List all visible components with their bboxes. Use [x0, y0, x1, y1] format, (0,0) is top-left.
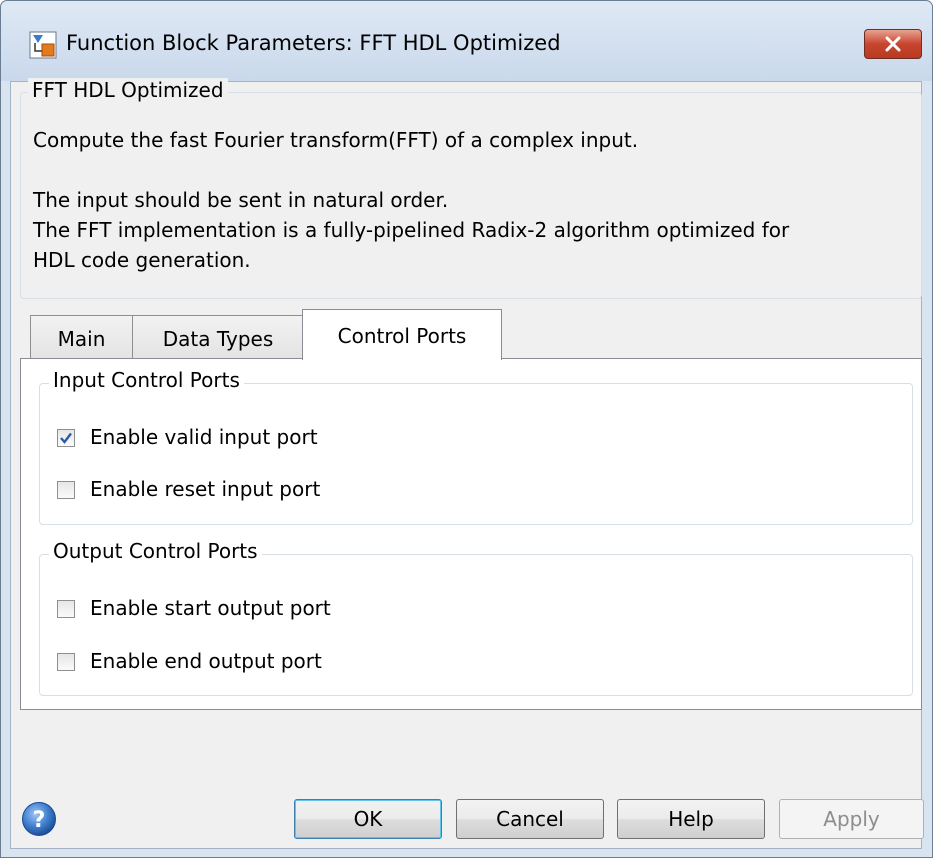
apply-button[interactable]: Apply — [779, 799, 924, 839]
tab-control-ports[interactable]: Control Ports — [302, 309, 502, 360]
title-bar[interactable]: Function Block Parameters: FFT HDL Optim… — [1, 1, 932, 81]
block-description-legend: FFT HDL Optimized — [28, 78, 228, 102]
svg-text:?: ? — [33, 808, 46, 833]
description-line: Compute the fast Fourier transform(FFT) … — [33, 128, 639, 152]
description-line: The FFT implementation is a fully-pipeli… — [33, 218, 790, 242]
dialog-window: Function Block Parameters: FFT HDL Optim… — [0, 0, 933, 858]
window-title: Function Block Parameters: FFT HDL Optim… — [66, 31, 561, 55]
description-line: The input should be sent in natural orde… — [33, 188, 449, 212]
enable-valid-input-checkbox[interactable] — [57, 429, 75, 447]
tab-label: Data Types — [162, 327, 274, 351]
enable-end-output-label[interactable]: Enable end output port — [90, 649, 322, 673]
tab-panel-control-ports: Input Control Ports Enable valid input p… — [20, 358, 922, 710]
tab-data-types[interactable]: Data Types — [132, 315, 304, 359]
tab-label: Control Ports — [337, 324, 467, 348]
tab-main[interactable]: Main — [30, 315, 133, 359]
checkmark-icon — [60, 432, 72, 444]
description-line — [33, 155, 789, 185]
enable-end-output-checkbox[interactable] — [57, 653, 75, 671]
close-button[interactable] — [864, 29, 922, 59]
simulink-block-icon — [29, 31, 57, 59]
enable-valid-input-label[interactable]: Enable valid input port — [90, 425, 318, 449]
enable-reset-input-checkbox[interactable] — [57, 481, 75, 499]
close-icon — [885, 36, 901, 52]
tab-label: Main — [57, 327, 106, 351]
output-control-ports-legend: Output Control Ports — [49, 539, 262, 563]
input-control-ports-legend: Input Control Ports — [49, 368, 244, 392]
enable-reset-input-label[interactable]: Enable reset input port — [90, 477, 320, 501]
help-button[interactable]: Help — [617, 799, 765, 839]
enable-start-output-label[interactable]: Enable start output port — [90, 596, 331, 620]
description-line: HDL code generation. — [33, 248, 251, 272]
cancel-button[interactable]: Cancel — [456, 799, 604, 839]
enable-reset-input-checkbox-row[interactable]: Enable reset input port — [57, 477, 377, 505]
enable-start-output-checkbox[interactable] — [57, 600, 75, 618]
ok-button[interactable]: OK — [294, 799, 442, 839]
block-description-text: Compute the fast Fourier transform(FFT) … — [33, 125, 789, 275]
enable-valid-input-checkbox-row[interactable]: Enable valid input port — [57, 425, 377, 453]
enable-end-output-checkbox-row[interactable]: Enable end output port — [57, 649, 377, 677]
enable-start-output-checkbox-row[interactable]: Enable start output port — [57, 596, 377, 624]
help-question-icon[interactable]: ? — [21, 801, 57, 837]
